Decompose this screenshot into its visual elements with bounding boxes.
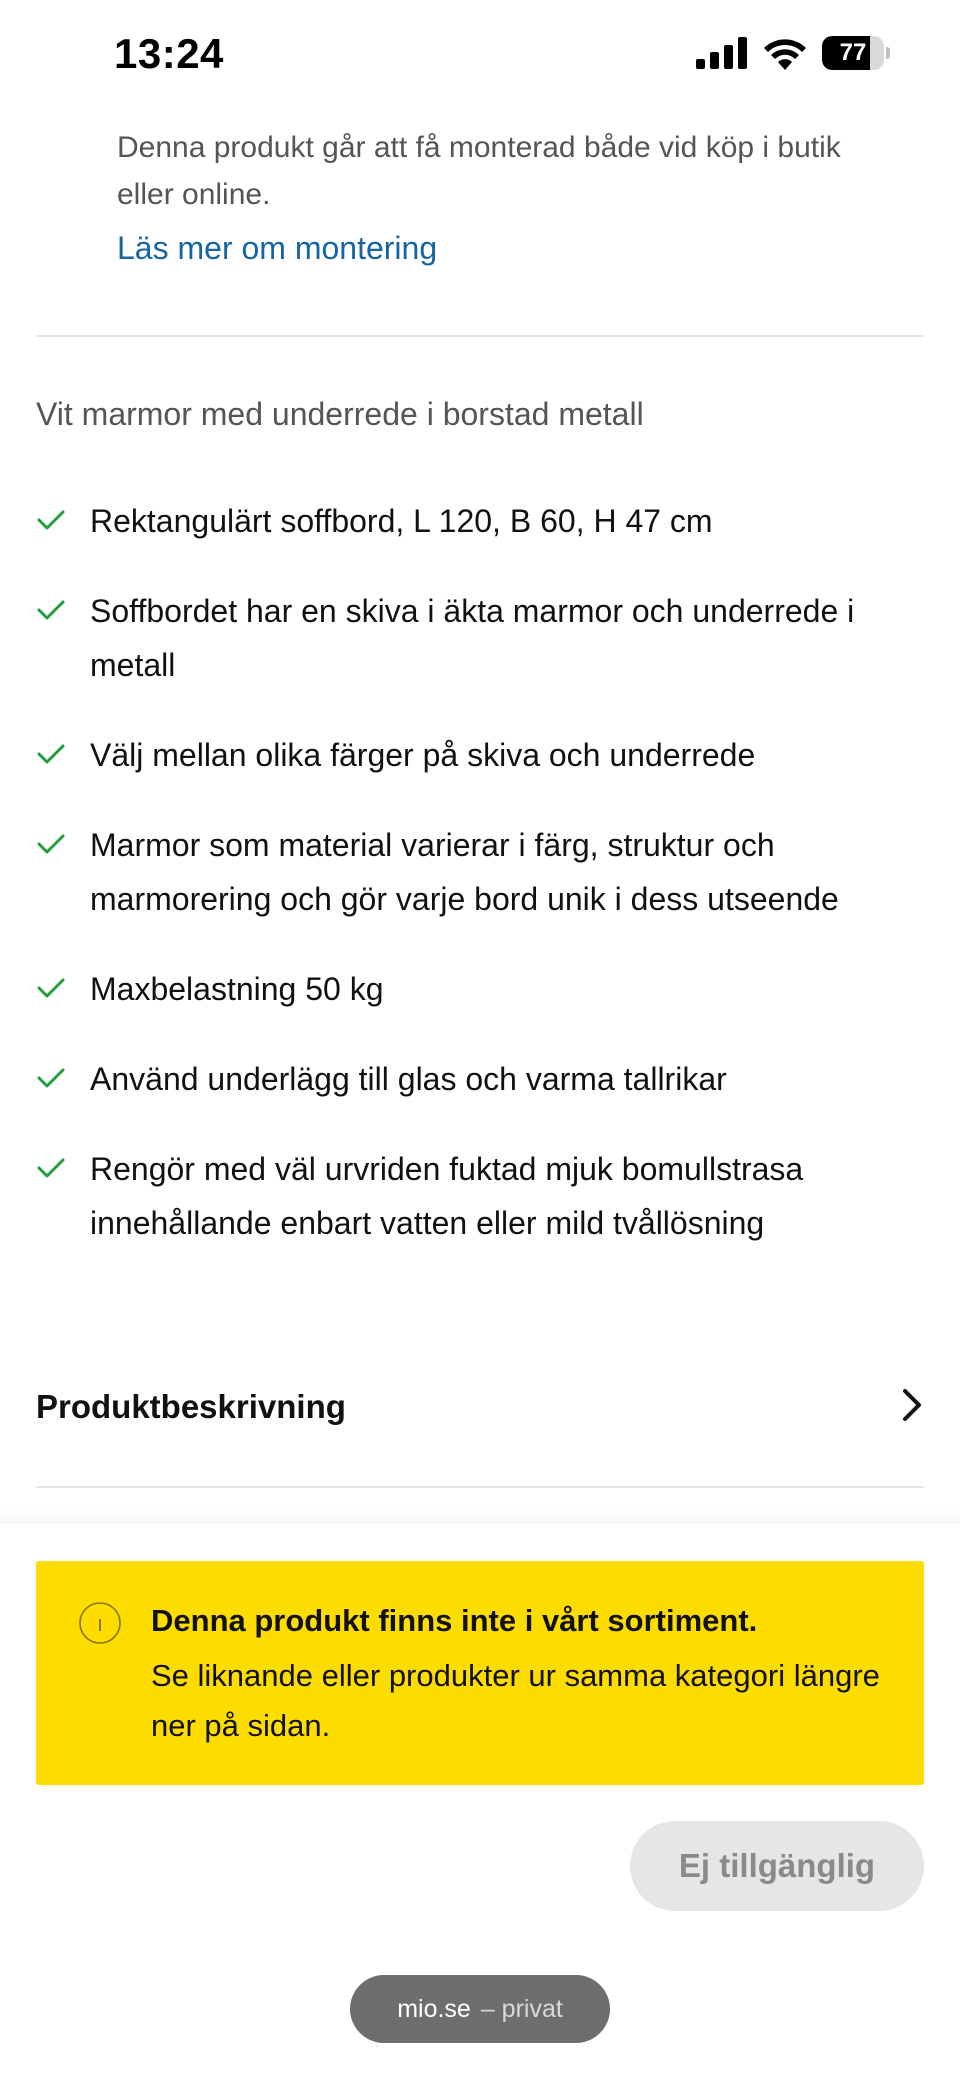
- unavailable-button[interactable]: Ej tillgänglig: [630, 1821, 924, 1911]
- notice-banner: Denna produkt finns inte i vårt sortimen…: [36, 1561, 924, 1785]
- feature-text: Rektangulärt soffbord, L 120, B 60, H 47…: [90, 503, 713, 539]
- accordion-title: Produktbeskrivning: [36, 1388, 346, 1425]
- info-icon: [78, 1601, 122, 1645]
- check-icon: [37, 834, 65, 854]
- battery-level: 77: [839, 39, 867, 66]
- url-domain: mio.se: [397, 1994, 471, 2023]
- feature-item: Välj mellan olika färger på skiva och un…: [36, 728, 924, 782]
- feature-item: Soffbordet har en skiva i äkta marmor oc…: [36, 584, 924, 692]
- product-description-accordion[interactable]: Produktbeskrivning: [36, 1370, 924, 1444]
- private-mode-label: – privat: [480, 1994, 563, 2023]
- product-subtitle: Vit marmor med underrede i borstad metal…: [36, 396, 644, 432]
- check-icon: [37, 978, 65, 998]
- divider: [36, 335, 924, 337]
- check-icon: [37, 510, 65, 530]
- feature-text: Använd underlägg till glas och varma tal…: [90, 1061, 727, 1097]
- feature-item: Maxbelastning 50 kg: [36, 962, 924, 1016]
- chevron-right-icon: [900, 1387, 924, 1428]
- notice-title: Denna produkt finns inte i vårt sortimen…: [151, 1603, 758, 1638]
- check-icon: [37, 600, 65, 620]
- browser-url-bar[interactable]: mio.se – privat: [350, 1975, 610, 2043]
- feature-text: Maxbelastning 50 kg: [90, 971, 384, 1007]
- divider: [36, 1486, 924, 1488]
- battery-icon: 77: [822, 36, 890, 70]
- check-icon: [37, 1068, 65, 1088]
- feature-list: Rektangulärt soffbord, L 120, B 60, H 47…: [36, 494, 924, 1286]
- wifi-icon: [762, 36, 808, 70]
- feature-item: Marmor som material varierar i färg, str…: [36, 818, 924, 926]
- feature-text: Välj mellan olika färger på skiva och un…: [90, 737, 756, 773]
- check-icon: [37, 744, 65, 764]
- notice-body: Se liknande eller produkter ur samma kat…: [151, 1658, 880, 1743]
- bottom-panel: Denna produkt finns inte i vårt sortimen…: [0, 1524, 960, 2077]
- feature-text: Rengör med väl urvriden fuktad mjuk bomu…: [90, 1151, 804, 1241]
- feature-item: Använd underlägg till glas och varma tal…: [36, 1052, 924, 1106]
- status-bar: 13:24 77: [0, 0, 960, 110]
- feature-item: Rektangulärt soffbord, L 120, B 60, H 47…: [36, 494, 924, 548]
- feature-text: Soffbordet har en skiva i äkta marmor oc…: [90, 593, 855, 683]
- status-time: 13:24: [114, 30, 224, 77]
- feature-text: Marmor som material varierar i färg, str…: [90, 827, 839, 917]
- signal-icon: [696, 37, 748, 69]
- montering-description: Denna produkt går att få monterad både v…: [117, 131, 841, 211]
- status-icons: 77: [696, 36, 890, 70]
- check-icon: [37, 1158, 65, 1178]
- montering-link[interactable]: Läs mer om montering: [117, 230, 437, 267]
- feature-item: Rengör med väl urvriden fuktad mjuk bomu…: [36, 1142, 924, 1250]
